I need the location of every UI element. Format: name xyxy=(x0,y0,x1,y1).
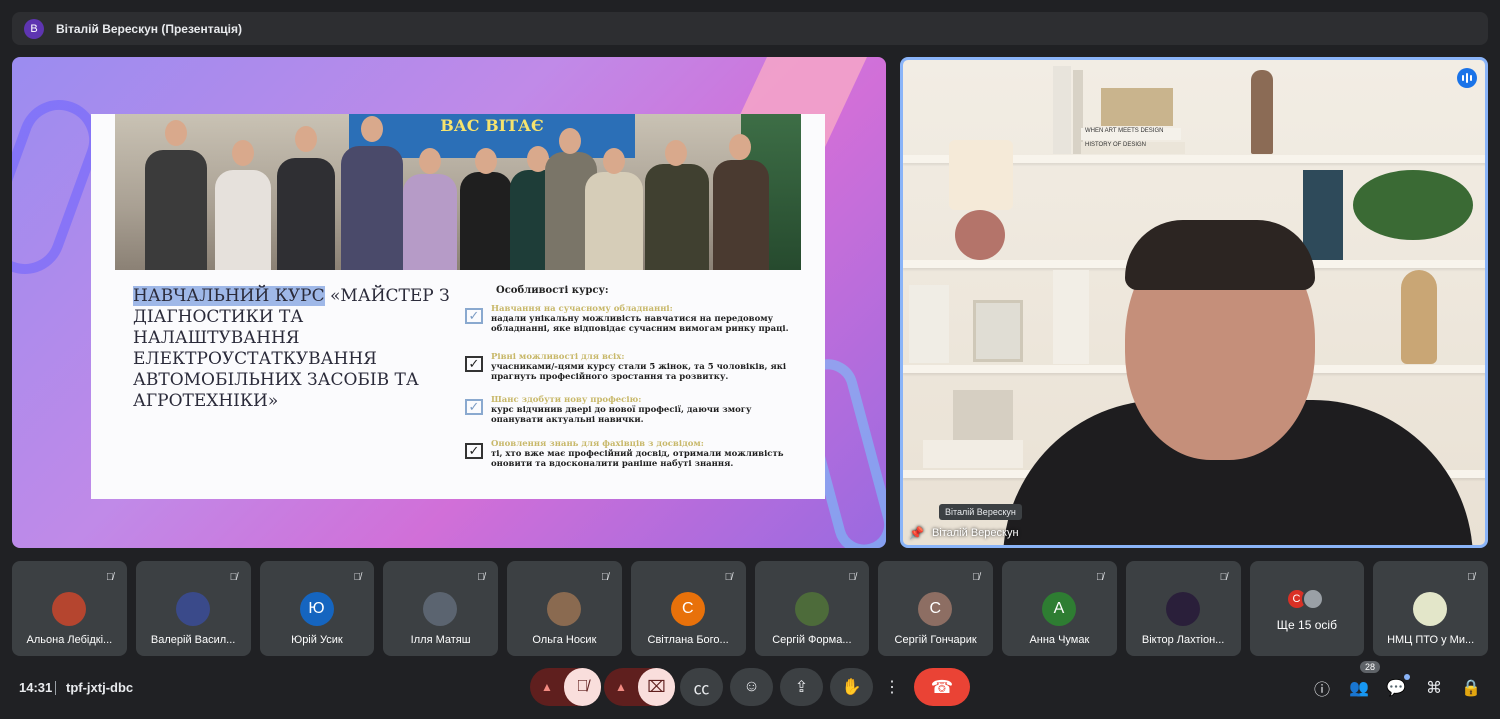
avatar xyxy=(1413,592,1448,626)
mic-off-icon: 🎙̸ xyxy=(724,571,733,583)
participants-strip: 🎙̸ Альона Лебідкі... 🎙̸ Валерій Васил... 🎙… xyxy=(12,561,1488,656)
participant-tile[interactable]: 🎙̸ Сергій Форма... xyxy=(754,561,870,656)
checkbox-icon: ✓ xyxy=(465,308,483,324)
participant-tile[interactable]: 🎙̸ НМЦ ПТО у Ми... xyxy=(1373,561,1488,656)
presentation-tile[interactable]: ВАС ВІТАЄ НАВЧАЛЬНИЙ КУРС «МАЙСТЕР З ДІА… xyxy=(12,57,886,548)
mic-off-icon: 🎙̸ xyxy=(106,571,114,583)
checkbox-icon: ✓ xyxy=(465,356,483,372)
emoji-button[interactable]: ☺ xyxy=(730,668,773,706)
mic-off-icon: 🎙̸ xyxy=(972,571,980,583)
avatar xyxy=(175,592,210,626)
name-tooltip: Віталій Верескун xyxy=(939,504,1022,520)
pin-icon[interactable]: 📌 xyxy=(909,526,924,540)
checkbox-icon: ✓ xyxy=(465,443,483,459)
participant-tile[interactable]: 🎙̸ Альона Лебідкі... xyxy=(12,561,127,656)
chat-icon[interactable]: 💬 xyxy=(1384,676,1408,700)
speaker-name-label: 📌 Віталій Верескун xyxy=(909,526,1019,540)
more-participants-label: Ще 15 осіб xyxy=(1276,618,1337,632)
avatar xyxy=(794,592,829,626)
avatar xyxy=(1301,588,1324,610)
participant-count-badge: 28 xyxy=(1360,661,1381,673)
participant-tile[interactable]: 🎙̸ А Анна Чумак xyxy=(1002,561,1117,656)
course-title: НАВЧАЛЬНИЙ КУРС «МАЙСТЕР З ДІАГНОСТИКИ Т… xyxy=(133,286,453,412)
meeting-controls-bar: 14:31 tpf-jxtj-dbc ▲ 🎙̸ ▲ ⌧ ㏄ ☺ ⇪ ✋ ⋮ ☎ … xyxy=(0,661,1500,708)
checkbox-icon: ✓ xyxy=(465,399,483,415)
slide: ВАС ВІТАЄ НАВЧАЛЬНИЙ КУРС «МАЙСТЕР З ДІА… xyxy=(91,114,825,499)
presenter-avatar: В xyxy=(24,18,44,39)
mic-off-icon: 🎙̸ xyxy=(353,571,362,583)
speaker-hair xyxy=(1125,220,1315,290)
captions-button[interactable]: ㏄ xyxy=(680,668,723,706)
participant-tile[interactable]: 🎙̸ С Світлана Бого... xyxy=(630,561,746,656)
participant-tile[interactable]: 🎙̸ С Сергій Гончарик xyxy=(878,561,993,656)
mic-off-icon: 🎙̸ xyxy=(1096,571,1104,583)
avatar: С xyxy=(918,592,953,626)
audio-level-icon xyxy=(1457,68,1477,88)
notification-dot xyxy=(1404,674,1410,680)
avatar xyxy=(423,592,458,626)
participant-tile[interactable]: 🎙̸ Валерій Васил... xyxy=(135,561,251,656)
avatar: С xyxy=(670,592,705,626)
feature-item: ✓ Рівні можливості для всіх: учасниками/-… xyxy=(465,352,795,382)
mic-off-icon: 🎙̸ xyxy=(848,571,857,583)
people-icon[interactable]: 👥 xyxy=(1347,676,1371,700)
meeting-code: tpf-jxtj-dbc xyxy=(66,680,134,695)
feature-item: ✓ Оновлення знань для фахівців з досвідо… xyxy=(465,439,795,469)
mic-off-icon: 🎙̸ xyxy=(1219,571,1228,583)
feature-item: ✓ Шанс здобути нову професію: курс відчин… xyxy=(465,395,795,425)
present-screen-button[interactable]: ⇪ xyxy=(780,668,823,706)
camera-control: ▲ ⌧ xyxy=(604,668,675,706)
participant-tile[interactable]: 🎙̸ Віктор Лахтіон... xyxy=(1125,561,1241,656)
mic-off-icon: 🎙̸ xyxy=(601,571,609,583)
host-controls-icon[interactable]: 🔒 xyxy=(1459,676,1483,700)
camera-off-button[interactable]: ⌧ xyxy=(638,668,675,706)
course-title-highlight: НАВЧАЛЬНИЙ КУРС xyxy=(133,286,325,306)
camera-options-chevron-icon[interactable]: ▲ xyxy=(604,668,638,706)
more-options-button[interactable]: ⋮ xyxy=(880,668,904,706)
avatar xyxy=(1165,592,1200,626)
clock: 14:31 xyxy=(19,680,53,695)
activities-icon[interactable]: ⌘ xyxy=(1422,676,1446,700)
avatar xyxy=(52,592,86,626)
meeting-info-icon[interactable]: ⓘ xyxy=(1310,676,1334,700)
microphone-control: ▲ 🎙̸ xyxy=(530,668,601,706)
features-heading: Особливості курсу: xyxy=(496,285,609,296)
mic-off-icon: 🎙̸ xyxy=(477,571,485,583)
avatar: А xyxy=(1042,592,1076,626)
speaker-video-tile[interactable]: WHEN ART MEETS DESIGN HISTORY OF DESIGN … xyxy=(900,57,1488,548)
group-photo: ВАС ВІТАЄ xyxy=(115,114,801,270)
participant-tile[interactable]: 🎙̸ Ю Юрій Усик xyxy=(259,561,375,656)
mic-off-button[interactable]: 🎙̸ xyxy=(564,668,601,706)
raise-hand-button[interactable]: ✋ xyxy=(830,668,873,706)
more-participants-tile[interactable]: С Ще 15 осіб xyxy=(1249,561,1365,656)
participant-tile[interactable]: 🎙̸ Ольга Носик xyxy=(507,561,622,656)
mic-options-chevron-icon[interactable]: ▲ xyxy=(530,668,564,706)
presentation-title: Віталій Верескун (Презентація) xyxy=(56,21,242,36)
mic-off-icon: 🎙̸ xyxy=(229,571,238,583)
feature-item: ✓ Навчання на сучасному обладнанні: надал… xyxy=(465,304,795,334)
avatar xyxy=(547,592,581,626)
mic-off-icon: 🎙̸ xyxy=(1467,571,1475,583)
avatar: Ю xyxy=(299,592,334,626)
presentation-title-bar: В Віталій Верескун (Презентація) xyxy=(12,12,1488,45)
participant-tile[interactable]: 🎙̸ Ілля Матяш xyxy=(383,561,498,656)
leave-call-button[interactable]: ☎ xyxy=(914,668,970,706)
